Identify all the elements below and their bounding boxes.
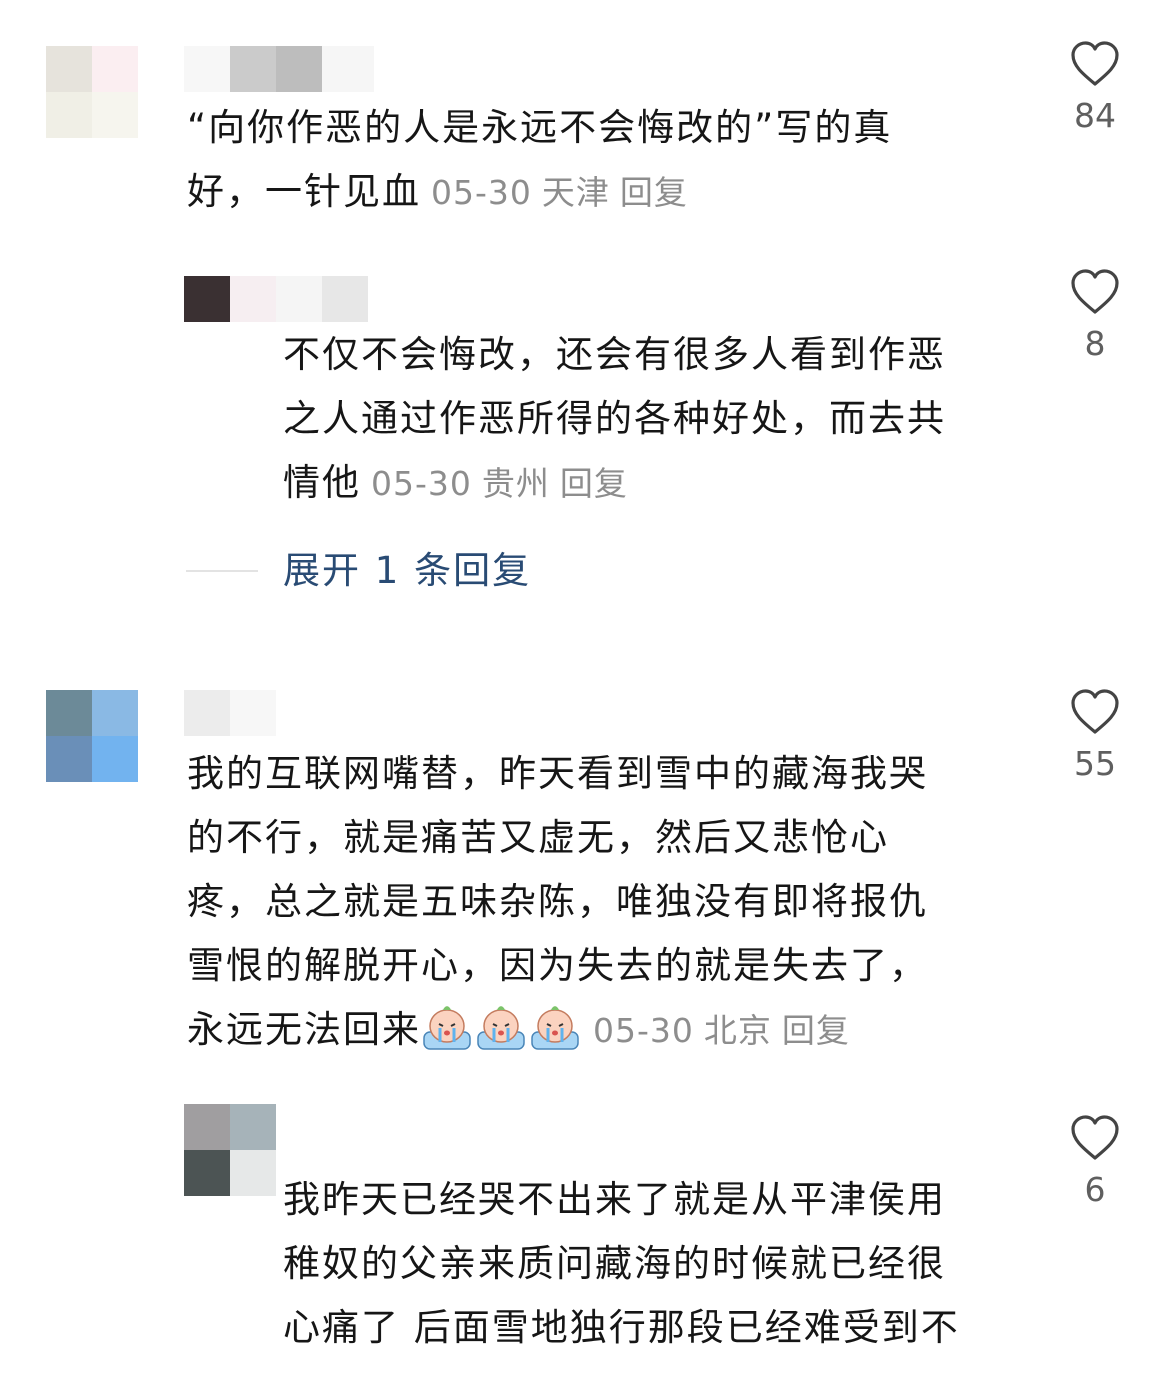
like-count: 55 <box>1074 744 1116 783</box>
avatar[interactable] <box>46 46 138 138</box>
reply-button[interactable]: 回复 <box>560 464 628 503</box>
reply-text: 不仅不会悔改，还会有很多人看到作恶 之人通过作恶所得的各种好处，而去共 情他 05… <box>283 333 946 504</box>
like-button[interactable]: 6 <box>1055 1114 1135 1210</box>
comment-text: “向你作恶的人是永远不会悔改的”写的真 好，一针见血 05-30 天津 回复 <box>187 106 893 213</box>
like-count: 8 <box>1084 324 1106 363</box>
heart-icon <box>1071 689 1119 734</box>
expand-divider <box>186 570 258 572</box>
heart-icon <box>1071 1115 1119 1160</box>
reply-text: 我昨天已经哭不出来了就是从平津侯用 稚奴的父亲来质问藏海的时候就已经很 心痛了 … <box>283 1178 960 1349</box>
avatar[interactable] <box>46 690 138 782</box>
heart-icon <box>1071 269 1119 314</box>
comment-meta: 05-30 天津 回复 <box>431 173 688 212</box>
username-redacted[interactable] <box>230 276 368 322</box>
avatar[interactable] <box>184 276 230 322</box>
reply-button[interactable]: 回复 <box>620 173 688 212</box>
crying-face-icon <box>477 1006 525 1050</box>
crying-face-icon <box>531 1006 579 1050</box>
crying-face-icon <box>423 1006 471 1050</box>
comment-text: 我的互联网嘴替，昨天看到雪中的藏海我哭 的不行，就是痛苦又虚无，然后又悲怆心 疼… <box>187 752 928 1051</box>
like-count: 6 <box>1084 1170 1106 1209</box>
heart-icon <box>1071 41 1119 86</box>
like-button[interactable]: 55 <box>1055 688 1135 784</box>
expand-replies-link[interactable]: 展开 1 条回复 <box>283 546 531 596</box>
like-count: 84 <box>1074 96 1116 135</box>
like-button[interactable]: 84 <box>1055 40 1135 136</box>
like-button[interactable]: 8 <box>1055 268 1135 364</box>
reply-button[interactable]: 回复 <box>782 1011 850 1050</box>
username-redacted[interactable] <box>184 690 276 736</box>
avatar[interactable] <box>184 1104 276 1196</box>
reply-meta: 05-30 贵州 回复 <box>371 464 628 503</box>
username-redacted[interactable] <box>184 46 374 92</box>
comment-meta: 05-30 北京 回复 <box>593 1011 850 1050</box>
